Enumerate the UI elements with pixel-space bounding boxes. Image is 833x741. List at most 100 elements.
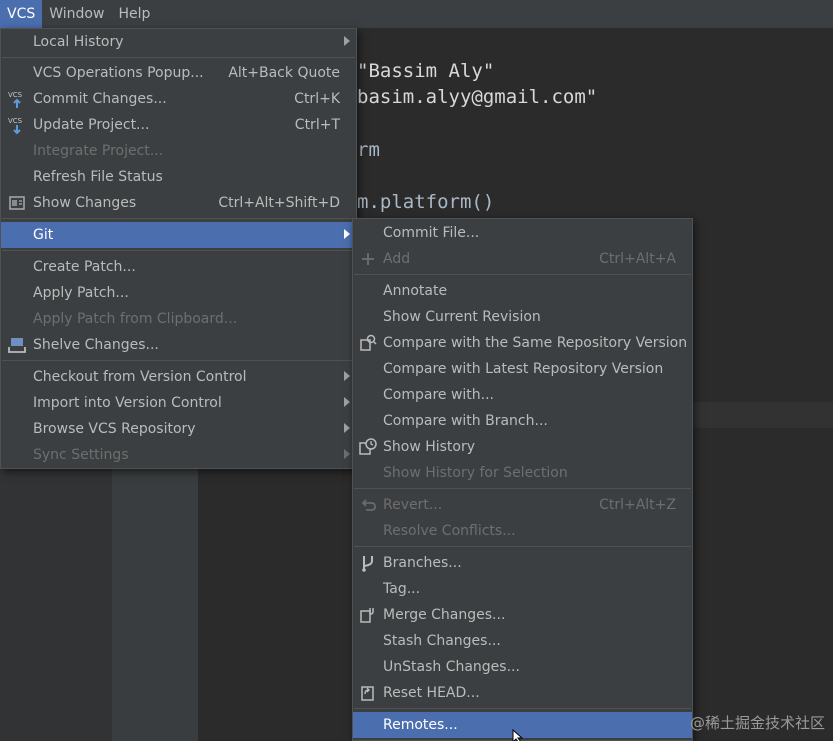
code-line[interactable]: rm xyxy=(357,139,380,161)
menu-separator xyxy=(2,57,355,58)
vcs-menu: Local History VCS Operations Popup... Al… xyxy=(0,28,357,469)
menu-item-sync-settings[interactable]: Sync Settings xyxy=(1,442,356,468)
show-changes-icon xyxy=(7,193,27,213)
menu-bar: VCS Window Help xyxy=(0,0,833,28)
menu-item-refresh-file-status[interactable]: Refresh File Status xyxy=(1,164,356,190)
submenu-arrow-icon xyxy=(344,229,350,239)
menu-item-show-history-selection[interactable]: Show History for Selection xyxy=(353,460,692,486)
code-line[interactable]: basim.alyy@gmail.com" xyxy=(357,86,597,108)
menu-item-label: Integrate Project... xyxy=(33,143,164,159)
menu-item-shortcut: Ctrl+T xyxy=(294,117,340,133)
menu-item-shortcut: Ctrl+Alt+Shift+D xyxy=(218,195,340,211)
menu-item-label: Add xyxy=(383,251,411,267)
menu-separator xyxy=(2,360,355,361)
menu-item-label: Compare with... xyxy=(383,387,495,403)
menu-item-commit-changes[interactable]: VCS Commit Changes... Ctrl+K xyxy=(1,86,356,112)
menu-window[interactable]: Window xyxy=(42,0,111,28)
menu-help[interactable]: Help xyxy=(111,0,157,28)
vcs-commit-icon: VCS xyxy=(7,89,27,109)
menu-item-local-history[interactable]: Local History xyxy=(1,29,356,55)
menu-item-show-changes[interactable]: Show Changes Ctrl+Alt+Shift+D xyxy=(1,190,356,216)
menu-item-label: Compare with the Same Repository Version xyxy=(383,335,688,351)
menu-item-show-current-revision[interactable]: Show Current Revision xyxy=(353,304,692,330)
menu-item-show-history[interactable]: Show History xyxy=(353,434,692,460)
menu-item-browse-vcs-repository[interactable]: Browse VCS Repository xyxy=(1,416,356,442)
menu-separator xyxy=(354,488,691,489)
menu-item-label: Merge Changes... xyxy=(383,607,506,623)
history-icon xyxy=(358,437,378,457)
menu-item-create-patch[interactable]: Create Patch... xyxy=(1,254,356,280)
menu-separator xyxy=(2,218,355,219)
menu-item-compare-with-branch[interactable]: Compare with Branch... xyxy=(353,408,692,434)
code-line[interactable]: m.platform() xyxy=(357,191,494,213)
menu-item-tag[interactable]: Tag... xyxy=(353,576,692,602)
menu-item-label: Apply Patch from Clipboard... xyxy=(33,311,238,327)
menu-item-apply-patch-from-clipboard[interactable]: Apply Patch from Clipboard... xyxy=(1,306,356,332)
submenu-arrow-icon xyxy=(344,397,350,407)
compare-icon xyxy=(358,333,378,353)
menu-vcs[interactable]: VCS xyxy=(0,0,43,28)
menu-item-label: UnStash Changes... xyxy=(383,659,520,675)
menu-item-branches[interactable]: Branches... xyxy=(353,550,692,576)
branch-icon xyxy=(358,553,378,573)
menu-item-add[interactable]: Add Ctrl+Alt+A xyxy=(353,246,692,272)
menu-item-label: Stash Changes... xyxy=(383,633,501,649)
menu-item-label: Browse VCS Repository xyxy=(33,421,196,437)
menu-item-label: Sync Settings xyxy=(33,447,129,463)
code-line[interactable]: "Bassim Aly" xyxy=(357,60,494,82)
menu-item-label: Show Current Revision xyxy=(383,309,541,325)
menu-item-commit-file[interactable]: Commit File... xyxy=(353,220,692,246)
menu-item-resolve-conflicts[interactable]: Resolve Conflicts... xyxy=(353,518,692,544)
menu-item-label: Show History for Selection xyxy=(383,465,568,481)
menu-item-label: Show History xyxy=(383,439,476,455)
menu-item-vcs-operations-popup[interactable]: VCS Operations Popup... Alt+Back Quote xyxy=(1,60,356,86)
menu-item-shortcut: Ctrl+K xyxy=(294,91,340,107)
menu-item-integrate-project[interactable]: Integrate Project... xyxy=(1,138,356,164)
submenu-arrow-icon xyxy=(344,36,350,46)
shelve-icon xyxy=(7,335,27,355)
svg-text:VCS: VCS xyxy=(8,91,23,99)
menu-item-label: Refresh File Status xyxy=(33,169,163,185)
reset-icon xyxy=(358,683,378,703)
menu-item-label: Update Project... xyxy=(33,117,150,133)
menu-item-label: VCS Operations Popup... xyxy=(33,65,204,81)
menu-item-shortcut: Ctrl+Alt+A xyxy=(599,251,676,267)
menu-item-label: Reset HEAD... xyxy=(383,685,480,701)
menu-item-git[interactable]: Git xyxy=(1,222,356,248)
menu-item-stash-changes[interactable]: Stash Changes... xyxy=(353,628,692,654)
menu-item-compare-same-repo-version[interactable]: Compare with the Same Repository Version xyxy=(353,330,692,356)
submenu-arrow-icon xyxy=(344,423,350,433)
menu-item-compare-latest-repo-version[interactable]: Compare with Latest Repository Version xyxy=(353,356,692,382)
menu-item-shortcut: Ctrl+Alt+Z xyxy=(599,497,676,513)
merge-icon xyxy=(358,605,378,625)
menu-item-label: Compare with Branch... xyxy=(383,413,548,429)
menu-item-apply-patch[interactable]: Apply Patch... xyxy=(1,280,356,306)
plus-icon xyxy=(358,249,378,269)
menu-item-shortcut: Alt+Back Quote xyxy=(228,65,340,81)
menu-item-import-into-vcs[interactable]: Import into Version Control xyxy=(1,390,356,416)
watermark: @稀土掘金技术社区 xyxy=(689,714,825,732)
menu-separator xyxy=(354,546,691,547)
menu-item-label: Shelve Changes... xyxy=(33,337,159,353)
menu-item-annotate[interactable]: Annotate xyxy=(353,278,692,304)
menu-item-label: Commit File... xyxy=(383,225,480,241)
menu-item-checkout-from-vcs[interactable]: Checkout from Version Control xyxy=(1,364,356,390)
menu-separator xyxy=(354,708,691,709)
mouse-pointer-icon xyxy=(512,729,524,741)
revert-icon xyxy=(358,495,378,515)
menu-item-reset-head[interactable]: Reset HEAD... xyxy=(353,680,692,706)
menu-item-merge-changes[interactable]: Merge Changes... xyxy=(353,602,692,628)
menu-item-revert[interactable]: Revert... Ctrl+Alt+Z xyxy=(353,492,692,518)
git-submenu: Commit File... Add Ctrl+Alt+A Annotate S… xyxy=(352,218,693,741)
menu-item-compare-with[interactable]: Compare with... xyxy=(353,382,692,408)
menu-item-label: Annotate xyxy=(383,283,448,299)
menu-item-label: Commit Changes... xyxy=(33,91,167,107)
menu-item-label: Show Changes xyxy=(33,195,137,211)
vcs-update-icon: VCS xyxy=(7,115,27,135)
menu-item-label: Git xyxy=(33,227,54,243)
menu-item-label: Checkout from Version Control xyxy=(33,369,247,385)
menu-item-shelve-changes[interactable]: Shelve Changes... xyxy=(1,332,356,358)
menu-item-label: Tag... xyxy=(383,581,421,597)
menu-item-update-project[interactable]: VCS Update Project... Ctrl+T xyxy=(1,112,356,138)
menu-item-unstash-changes[interactable]: UnStash Changes... xyxy=(353,654,692,680)
